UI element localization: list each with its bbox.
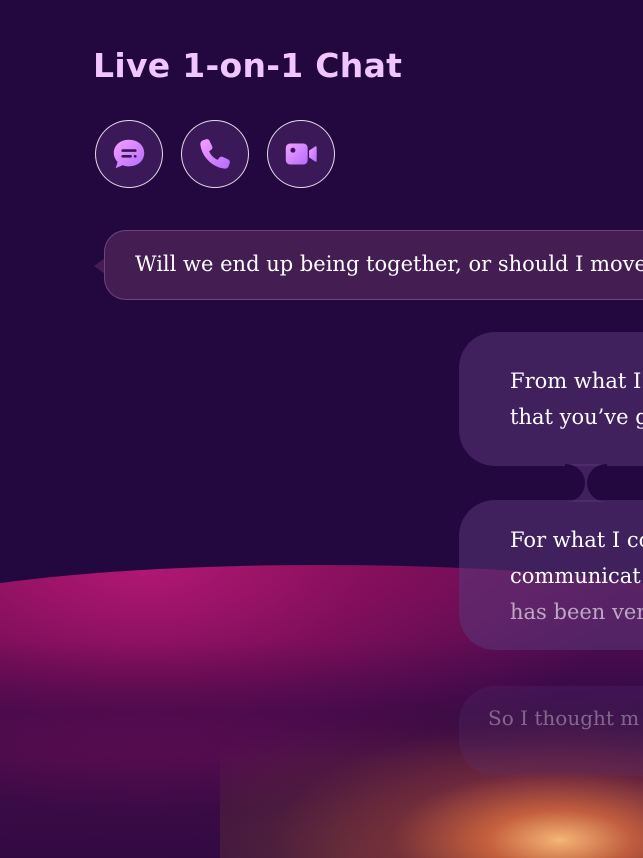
call-button[interactable] (181, 120, 249, 188)
chat-screen: Live 1-on-1 Chat Will we end up being to… (0, 0, 643, 858)
chat-bubble-icon (113, 139, 145, 169)
reply-bubble: So I thought m (459, 686, 643, 776)
reply-text-line: has been ver (510, 600, 643, 624)
reply-text-line: communicat (510, 564, 641, 588)
page-title: Live 1-on-1 Chat (93, 46, 403, 85)
bubble-connector (565, 464, 607, 502)
contact-actions (95, 120, 335, 188)
user-message-text: Will we end up being together, or should… (135, 252, 643, 276)
user-message-bubble: Will we end up being together, or should… (104, 230, 643, 300)
reply-bubble: From what I’ that you’ve g (459, 332, 643, 466)
reply-bubble: For what I co communicat has been ver (459, 500, 643, 650)
reply-text-line: For what I co (510, 528, 643, 552)
phone-icon (200, 139, 230, 169)
video-call-button[interactable] (267, 120, 335, 188)
video-camera-icon (285, 143, 317, 165)
reply-text-line: From what I’ (510, 369, 643, 393)
reply-text-line: So I thought m (488, 706, 640, 730)
reply-text-line: that you’ve g (510, 405, 643, 429)
chat-button[interactable] (95, 120, 163, 188)
